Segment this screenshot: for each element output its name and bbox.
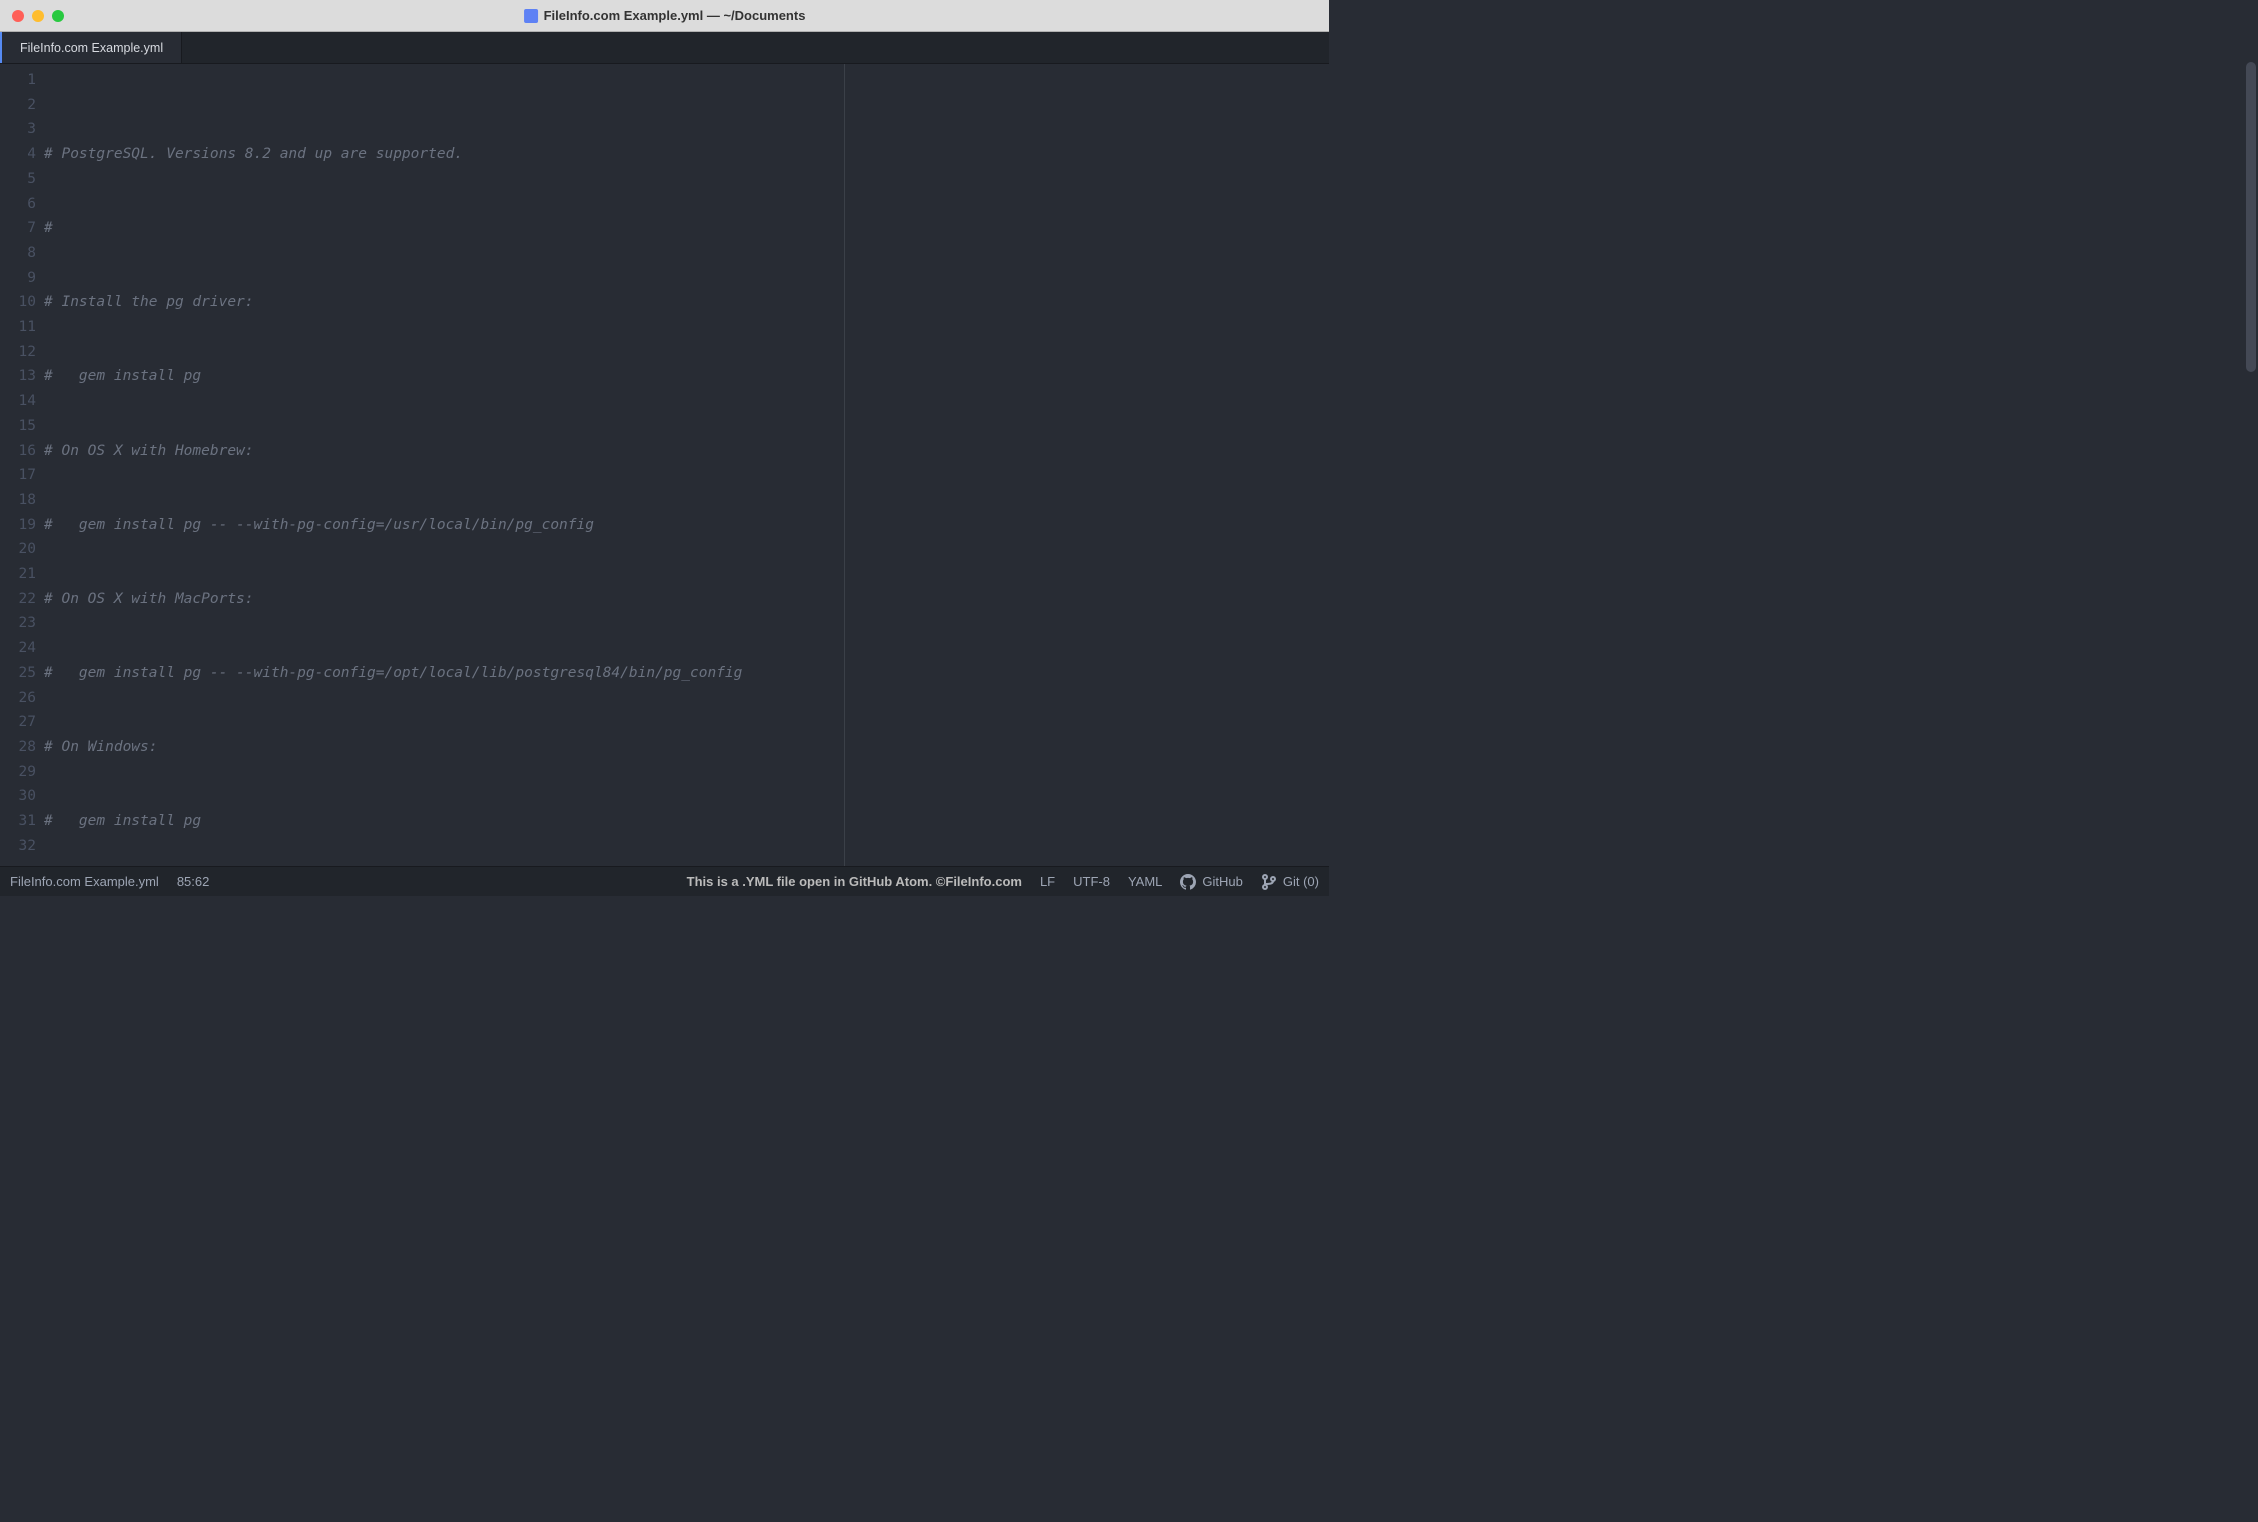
wrap-guide [844,64,845,866]
code-line: # [44,220,53,236]
line-number[interactable]: 24 [4,636,36,661]
minimize-window-button[interactable] [32,10,44,22]
line-number[interactable]: 11 [4,315,36,340]
tab-label: FileInfo.com Example.yml [20,41,163,55]
line-number[interactable]: 30 [4,784,36,809]
line-number[interactable]: 2 [4,93,36,118]
line-number[interactable]: 27 [4,710,36,735]
status-git[interactable]: Git (0) [1261,874,1319,890]
code-line: # gem install pg -- --with-pg-config=/us… [44,517,594,533]
line-number[interactable]: 8 [4,241,36,266]
code-line: # On OS X with Homebrew: [44,443,254,459]
code-line: # PostgreSQL. Versions 8.2 and up are su… [44,146,463,162]
line-number[interactable]: 12 [4,340,36,365]
close-window-button[interactable] [12,10,24,22]
line-number[interactable]: 22 [4,587,36,612]
git-branch-icon [1261,874,1277,890]
line-number[interactable]: 21 [4,562,36,587]
editor[interactable]: 1 2 3 4 5 6 7 8 9 10 11 12 13 14 15 16 1… [0,64,1329,866]
status-file-path[interactable]: FileInfo.com Example.yml [10,874,159,889]
line-number[interactable]: 28 [4,735,36,760]
line-number[interactable]: 18 [4,488,36,513]
github-icon [1180,874,1196,890]
line-number[interactable]: 17 [4,463,36,488]
line-number[interactable]: 20 [4,537,36,562]
status-line-ending[interactable]: LF [1040,874,1055,889]
line-number[interactable]: 9 [4,266,36,291]
maximize-window-button[interactable] [52,10,64,22]
status-grammar[interactable]: YAML [1128,874,1162,889]
line-number[interactable]: 31 [4,809,36,834]
line-number[interactable]: 25 [4,661,36,686]
line-number[interactable]: 26 [4,686,36,711]
line-number[interactable]: 14 [4,389,36,414]
line-number[interactable]: 6 [4,192,36,217]
window-title-text: FileInfo.com Example.yml — ~/Documents [544,8,806,23]
file-tab[interactable]: FileInfo.com Example.yml [0,32,182,63]
window-title: FileInfo.com Example.yml — ~/Documents [524,8,806,23]
traffic-lights [12,10,64,22]
code-content[interactable]: # PostgreSQL. Versions 8.2 and up are su… [44,64,1329,866]
status-bar: FileInfo.com Example.yml 85:62 This is a… [0,866,1329,896]
line-number[interactable]: 16 [4,439,36,464]
status-github[interactable]: GitHub [1180,874,1242,890]
line-number[interactable]: 23 [4,611,36,636]
tab-bar[interactable]: FileInfo.com Example.yml [0,32,1329,64]
gutter[interactable]: 1 2 3 4 5 6 7 8 9 10 11 12 13 14 15 16 1… [0,64,44,866]
line-number[interactable]: 1 [4,68,36,93]
line-number[interactable]: 15 [4,414,36,439]
line-number[interactable]: 13 [4,364,36,389]
line-number[interactable]: 10 [4,290,36,315]
line-number[interactable]: 19 [4,513,36,538]
code-line: # On OS X with MacPorts: [44,591,254,607]
status-message: This is a .YML file open in GitHub Atom.… [687,874,1022,889]
code-line: # Install the pg driver: [44,294,254,310]
code-line: # On Windows: [44,739,158,755]
code-line: # gem install pg -- --with-pg-config=/op… [44,665,742,681]
file-type-icon [524,9,538,23]
line-number[interactable]: 32 [4,834,36,859]
code-line: # gem install pg [44,813,201,829]
line-number[interactable]: 29 [4,760,36,785]
status-cursor-position[interactable]: 85:62 [177,874,210,889]
line-number[interactable]: 4 [4,142,36,167]
status-encoding[interactable]: UTF-8 [1073,874,1110,889]
title-bar[interactable]: FileInfo.com Example.yml — ~/Documents [0,0,1329,32]
line-number[interactable]: 5 [4,167,36,192]
line-number[interactable]: 3 [4,117,36,142]
code-line: # gem install pg [44,368,201,384]
line-number[interactable]: 7 [4,216,36,241]
